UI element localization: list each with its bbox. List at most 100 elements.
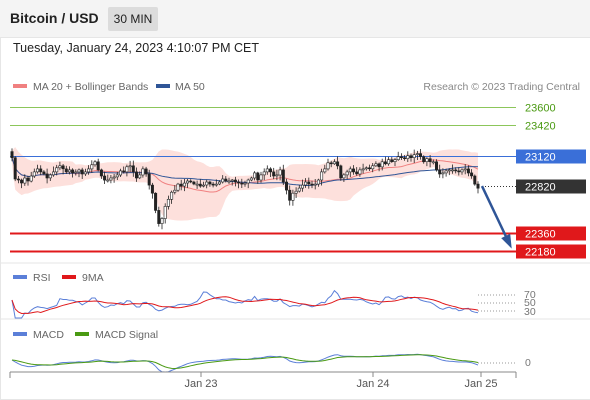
candle-body — [198, 183, 202, 187]
candle-body — [383, 161, 387, 165]
candle-body — [150, 184, 154, 194]
candle-body — [396, 156, 400, 160]
candle-body — [131, 165, 135, 173]
candle-body — [336, 161, 340, 167]
candle-body — [288, 189, 292, 201]
candle-body — [406, 155, 410, 159]
candle-body — [460, 169, 464, 173]
ma50-legend-swatch — [156, 84, 170, 88]
candle-body — [112, 176, 116, 179]
candle-body — [189, 180, 193, 183]
candle-body — [109, 177, 113, 181]
candle-body — [361, 168, 365, 171]
candle-body — [160, 218, 164, 224]
candle-body — [138, 174, 142, 179]
candle-body — [444, 170, 448, 174]
candle-body — [447, 169, 451, 172]
rsi-legend: RSI 9MA — [13, 272, 104, 284]
candle-body — [211, 183, 215, 186]
candle-body — [230, 179, 234, 182]
main-legend: MA 20 + Bollinger Bands MA 50 Research ©… — [13, 81, 580, 93]
macd-line — [11, 353, 479, 373]
candle-body — [71, 169, 75, 174]
level-label-22180: 22180 — [525, 247, 556, 259]
candle-body — [393, 159, 397, 162]
candle-body — [83, 171, 87, 175]
level-labels: 23600 23420 23120 22820 22360 22180 — [516, 103, 586, 259]
candle-body — [141, 168, 145, 176]
level-label-22360: 22360 — [525, 229, 556, 241]
rsi-ma-legend-label: 9MA — [82, 272, 104, 284]
candle-body — [218, 181, 222, 185]
candle-body — [390, 159, 394, 162]
candle-body — [119, 170, 123, 176]
x-label-jan24: Jan 24 — [356, 378, 389, 390]
rsi-legend-label: RSI — [33, 272, 51, 284]
candle-body — [58, 165, 62, 169]
candle-body — [272, 171, 276, 177]
candle-body — [323, 168, 327, 173]
candle-body — [358, 169, 362, 175]
candle-body — [122, 170, 126, 173]
candle-body — [55, 167, 59, 173]
macd-legend: MACD MACD Signal — [13, 329, 158, 341]
candle-body — [48, 174, 52, 179]
candle-body — [291, 192, 295, 201]
ma20-legend-swatch — [13, 84, 27, 88]
candle-body — [418, 153, 422, 157]
candle-body — [450, 169, 454, 172]
candle-body — [320, 171, 324, 181]
candle-body — [154, 192, 158, 211]
candle-body — [125, 166, 129, 173]
candle-body — [61, 165, 65, 170]
candle-body — [332, 161, 336, 165]
candle-body — [371, 165, 375, 170]
level-label-23420: 23420 — [525, 121, 556, 133]
candle-body — [284, 181, 288, 191]
candle-body — [374, 163, 378, 167]
candle-body — [294, 190, 298, 194]
candle-body — [380, 161, 384, 168]
macd-zero-label: 0 — [525, 357, 531, 369]
candle-body — [144, 168, 148, 175]
level-label-23120: 23120 — [525, 152, 556, 164]
candle-body — [202, 184, 206, 187]
candle-body — [170, 191, 174, 200]
ma20-legend-label: MA 20 + Bollinger Bands — [33, 81, 148, 93]
candle-body — [96, 161, 100, 171]
candle-body — [99, 169, 103, 177]
candle-body — [313, 183, 317, 186]
candle-body — [339, 165, 343, 179]
candle-body — [259, 174, 263, 181]
candle-body — [297, 187, 301, 192]
rsi-30-label: 30 — [524, 306, 536, 318]
macd-signal-legend-label: MACD Signal — [95, 329, 158, 341]
candle-body — [351, 168, 355, 173]
candle-body — [157, 210, 161, 224]
candle-body — [246, 179, 250, 184]
candle-body — [26, 177, 30, 182]
candle-body — [64, 168, 68, 173]
candle-body — [74, 171, 78, 174]
candle-body — [425, 158, 429, 162]
x-label-jan25: Jan 25 — [464, 378, 497, 390]
candle-body — [457, 170, 461, 173]
candle-body — [428, 158, 432, 162]
candle-body — [87, 168, 91, 173]
candle-body — [115, 174, 119, 178]
candle-body — [45, 173, 49, 179]
candle-body — [431, 161, 435, 164]
candle-body — [249, 177, 253, 181]
candle-body — [310, 183, 314, 186]
candle-body — [237, 181, 241, 184]
candle-body — [147, 173, 151, 186]
level-label-23600: 23600 — [525, 103, 556, 115]
candle-body — [326, 162, 330, 170]
candle-body — [214, 183, 218, 186]
candle-body — [35, 168, 39, 173]
candle-body — [345, 171, 349, 176]
candle-body — [186, 180, 190, 184]
candle-body — [304, 181, 308, 186]
candle-body — [51, 171, 55, 176]
x-label-jan23: Jan 23 — [184, 378, 217, 390]
